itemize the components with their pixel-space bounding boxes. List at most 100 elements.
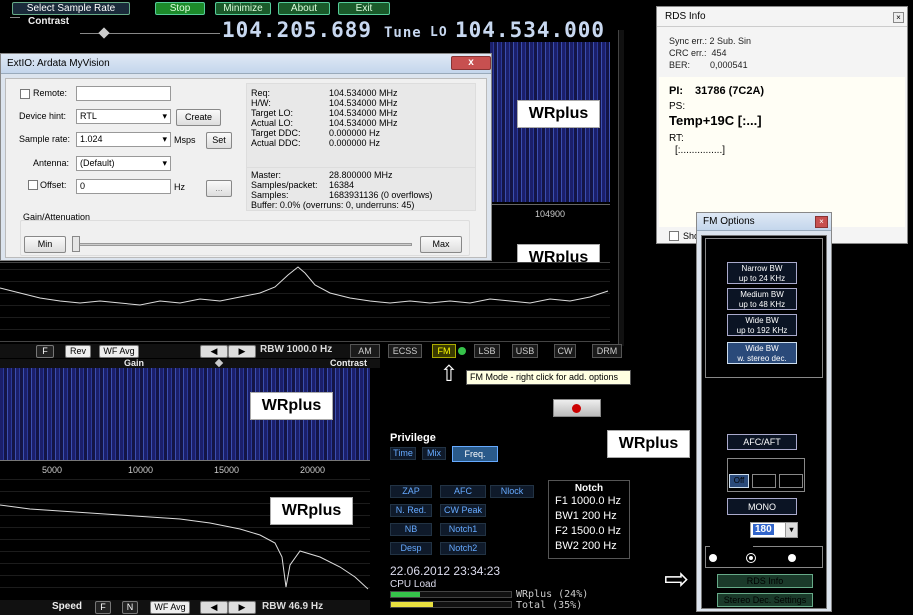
right-arrow-icon[interactable]: ▶: [228, 345, 256, 358]
noise-reduction-button[interactable]: N. Red.: [390, 504, 432, 517]
privilege-time-button[interactable]: Time: [390, 447, 416, 460]
fm-options-window: FM Options × FM BW Narrow BW up to 24 KHz…: [696, 212, 832, 612]
create-button[interactable]: Create: [176, 109, 221, 126]
afc-aft-button[interactable]: AFC/AFT: [727, 434, 797, 450]
cpu-bar-fill: [391, 602, 433, 607]
chevron-down-icon: ▾: [162, 158, 167, 168]
narrow-bw-button[interactable]: Narrow BW up to 24 KHz: [727, 262, 797, 284]
f-button[interactable]: F: [36, 345, 54, 358]
spectrum-trace-top: [0, 266, 609, 306]
close-icon[interactable]: ×: [815, 216, 828, 228]
more-button[interactable]: ...: [206, 180, 232, 197]
show-checkbox[interactable]: [669, 231, 679, 241]
notch-f1[interactable]: F1 1000.0 Hz: [549, 494, 629, 509]
wf-avg-button[interactable]: WF Avg: [99, 345, 139, 358]
n-button[interactable]: N: [122, 601, 138, 614]
left-arrow-icon[interactable]: ◀: [200, 601, 228, 614]
right-arrow-icon[interactable]: ▶: [228, 601, 256, 614]
deemph-75us-button[interactable]: 75uS: [779, 474, 803, 488]
rds-info-button[interactable]: RDS Info: [717, 574, 813, 588]
medium-bw-button[interactable]: Medium BW up to 48 KHz: [727, 288, 797, 310]
wide-stereo-button[interactable]: Wide BW w. stereo dec.: [727, 342, 797, 364]
privilege-mix-button[interactable]: Mix: [422, 447, 446, 460]
deemph-50us-button[interactable]: 50uS: [752, 474, 776, 488]
info-key: Actual DDC:: [251, 138, 301, 148]
set-button[interactable]: Set: [206, 132, 232, 149]
bw-select[interactable]: 180 ▾: [750, 522, 798, 538]
f-button-bottom[interactable]: F: [95, 601, 111, 614]
info-key: Master:: [251, 170, 282, 180]
gain-slider-handle[interactable]: [72, 236, 80, 252]
rds-md2-radio[interactable]: [788, 554, 796, 562]
mode-fm-button[interactable]: FM: [432, 344, 456, 358]
gain-slider-track[interactable]: [10, 17, 20, 18]
exit-button[interactable]: Exit: [338, 2, 390, 15]
device-hint-select[interactable]: RTL ▾: [76, 109, 171, 124]
watermark: WRplus: [270, 497, 353, 525]
mode-lsb-button[interactable]: LSB: [474, 344, 500, 358]
remote-checkbox[interactable]: [20, 89, 30, 99]
sample-info-panel: Master: 28.800000 MHz Samples/packet: 16384…: [246, 167, 476, 211]
about-button[interactable]: About: [278, 2, 330, 15]
spectrum-plot-bottom[interactable]: [0, 477, 370, 599]
medium-bw-label: Medium BW: [740, 290, 784, 299]
info-value: 104.534000 MHz: [329, 118, 398, 128]
select-sample-rate-button[interactable]: Select Sample Rate: [12, 2, 130, 15]
device-hint-value: RTL: [80, 111, 97, 121]
gain-max-button[interactable]: Max: [420, 236, 462, 253]
vertical-scrollbar[interactable]: [618, 30, 624, 346]
nlock-button[interactable]: Nlock: [490, 485, 534, 498]
buffer-status: Buffer: 0.0% (overruns: 0, underruns: 45…: [251, 200, 415, 210]
rds-md1-radio[interactable]: [747, 554, 755, 562]
gain-min-button[interactable]: Min: [24, 236, 66, 253]
wide-bw-label: Wide BW: [745, 316, 779, 325]
info-value: 28.800000 MHz: [329, 170, 393, 180]
wide-bw-button[interactable]: Wide BW up to 192 KHz: [727, 314, 797, 336]
mode-ecss-button[interactable]: ECSS: [388, 344, 422, 358]
mode-am-button[interactable]: AM: [350, 344, 380, 358]
wf-avg-button-bottom[interactable]: WF Avg: [150, 601, 190, 614]
contrast-slider-thumb[interactable]: [98, 27, 110, 39]
speed-label: Speed: [52, 601, 83, 612]
record-button[interactable]: [553, 399, 601, 417]
mono-button[interactable]: MONO: [727, 498, 797, 515]
cw-peak-button[interactable]: CW Peak: [440, 504, 486, 517]
close-icon[interactable]: ×: [893, 12, 904, 23]
notch-bw2[interactable]: BW2 200 Hz: [549, 539, 629, 554]
gain-slider[interactable]: [72, 243, 412, 246]
privilege-label: Privilege: [390, 432, 436, 444]
fm-options-title: FM Options: [697, 213, 831, 231]
privilege-freq-button[interactable]: Freq.: [452, 446, 498, 462]
minimize-button[interactable]: Minimize: [215, 2, 271, 15]
mode-drm-button[interactable]: DRM: [592, 344, 622, 358]
antenna-select[interactable]: (Default) ▾: [76, 156, 171, 171]
close-icon[interactable]: x: [451, 56, 491, 70]
tick-label: 15000: [214, 465, 240, 475]
desp-button[interactable]: Desp: [390, 542, 432, 555]
notch1-button[interactable]: Notch1: [440, 523, 486, 536]
noise-blanker-button[interactable]: NB: [390, 523, 432, 536]
left-arrow-icon[interactable]: ◀: [200, 345, 228, 358]
msps-label: Msps: [174, 135, 196, 145]
deemph-off-button[interactable]: Off: [729, 474, 749, 488]
offset-field[interactable]: 0: [76, 179, 171, 194]
mode-cw-button[interactable]: CW: [554, 344, 576, 358]
rev-button[interactable]: Rev: [65, 345, 91, 358]
spectrum-plot-top[interactable]: [0, 262, 610, 342]
notch-f2[interactable]: F2 1500.0 Hz: [549, 524, 629, 539]
notch-bw1[interactable]: BW1 200 Hz: [549, 509, 629, 524]
notch2-button[interactable]: Notch2: [440, 542, 486, 555]
sample-rate-select[interactable]: 1.024 ▾: [76, 132, 171, 147]
offset-checkbox[interactable]: [28, 180, 38, 190]
zap-button[interactable]: ZAP: [390, 485, 432, 498]
main-frequency-display[interactable]: 104.205.689: [222, 18, 372, 42]
remote-field[interactable]: [76, 86, 171, 101]
afc-button[interactable]: AFC: [440, 485, 486, 498]
lo-frequency-display[interactable]: 104.534.000: [455, 18, 605, 42]
mode-usb-button[interactable]: USB: [512, 344, 538, 358]
stop-button[interactable]: Stop: [155, 2, 205, 15]
stereo-dec-settings-button[interactable]: Stereo Dec. Settings: [717, 593, 813, 607]
cpu-load-label: CPU Load: [390, 579, 437, 590]
rds-mode-label: RDS Mode: [710, 542, 754, 551]
rds-off-radio[interactable]: [709, 554, 717, 562]
